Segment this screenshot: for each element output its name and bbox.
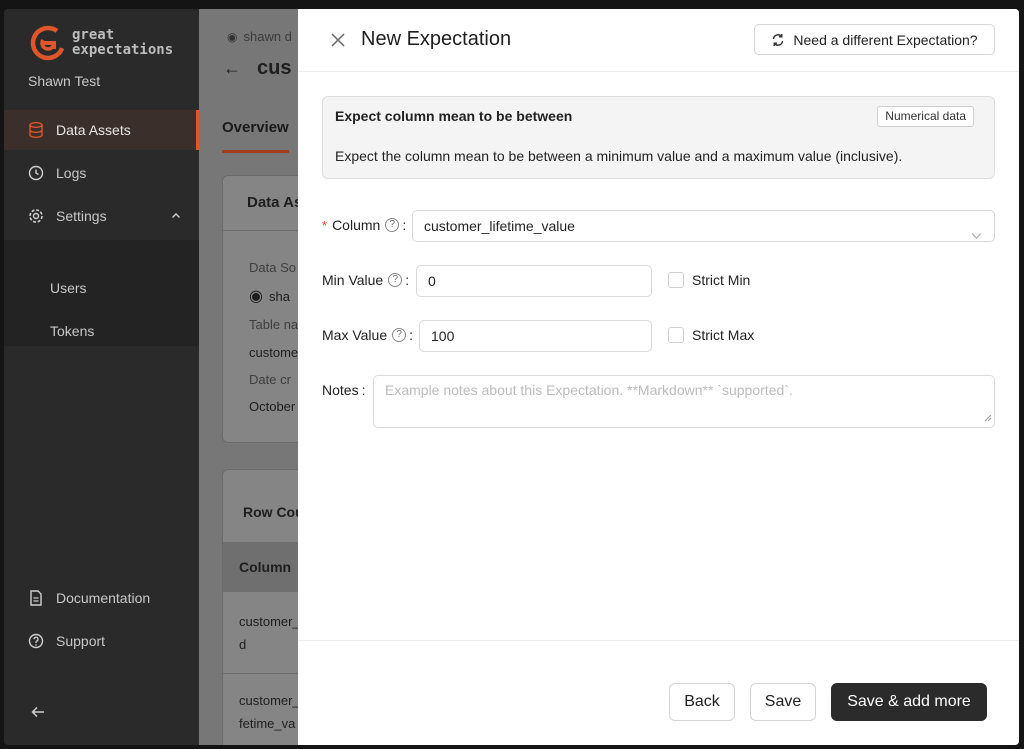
database-icon bbox=[28, 122, 44, 138]
card-title: Row Cou bbox=[243, 504, 304, 520]
max-value-label-text: Max Value bbox=[322, 327, 388, 343]
sidebar-item-label: Data Assets bbox=[56, 122, 131, 138]
document-icon bbox=[28, 590, 44, 606]
checkbox-box bbox=[668, 327, 684, 343]
tab-overview[interactable]: Overview bbox=[222, 119, 289, 153]
table-header-cell: Column bbox=[239, 559, 292, 575]
required-marker: * bbox=[322, 217, 328, 233]
history-icon bbox=[28, 165, 44, 181]
min-value-label: Min Value ? : bbox=[322, 272, 409, 288]
sidebar-item-data-assets[interactable]: Data Assets bbox=[4, 110, 199, 150]
resize-handle-icon[interactable] bbox=[984, 409, 992, 425]
breadcrumb[interactable]: ◉ shawn d bbox=[227, 29, 292, 44]
settings-subnav: Users Tokens bbox=[4, 240, 199, 346]
strict-max-checkbox[interactable]: Strict Max bbox=[668, 327, 754, 343]
sidebar-item-label: Logs bbox=[56, 165, 87, 181]
save-button[interactable]: Save bbox=[750, 683, 816, 721]
gear-icon bbox=[28, 208, 44, 224]
collapse-sidebar-icon[interactable] bbox=[31, 705, 45, 724]
logo-text: great expectations bbox=[72, 28, 173, 58]
postgres-icon: ◉ bbox=[227, 29, 238, 44]
colon: : bbox=[405, 272, 410, 288]
card-value: October bbox=[249, 399, 296, 414]
page-title-text: cus bbox=[257, 57, 292, 79]
colon: : bbox=[402, 217, 407, 233]
chevron-down-icon bbox=[971, 221, 982, 251]
back-button[interactable]: Back bbox=[669, 683, 735, 721]
postgres-icon: ◉ bbox=[249, 288, 263, 305]
strict-min-label: Strict Min bbox=[692, 272, 751, 288]
breadcrumb-text: shawn d bbox=[243, 29, 292, 44]
page-title: ← cus bbox=[223, 57, 291, 80]
notes-label-text: Notes bbox=[322, 382, 359, 398]
save-and-add-more-button[interactable]: Save & add more bbox=[831, 683, 987, 721]
sidebar-item-logs[interactable]: Logs bbox=[4, 153, 199, 193]
category-tag: Numerical data bbox=[877, 106, 974, 127]
card-value: ◉ sha bbox=[249, 286, 290, 306]
sidebar-item-documentation[interactable]: Documentation bbox=[4, 578, 199, 618]
back-arrow-icon[interactable]: ← bbox=[223, 58, 241, 79]
sidebar-item-support[interactable]: Support bbox=[4, 621, 199, 661]
checkbox-box bbox=[668, 272, 684, 288]
card-value-text: sha bbox=[268, 288, 290, 304]
notes-label: Notes : bbox=[322, 382, 365, 398]
expectation-info-card: Expect column mean to be between Numeric… bbox=[322, 96, 995, 179]
sidebar-item-users[interactable]: Users bbox=[50, 280, 87, 296]
strict-max-label: Strict Max bbox=[692, 327, 755, 343]
drawer-header: New Expectation Need a different Expecta… bbox=[298, 9, 1019, 72]
help-icon[interactable]: ? bbox=[392, 328, 407, 342]
min-value-input[interactable]: 0 bbox=[416, 265, 652, 297]
new-expectation-drawer: New Expectation Need a different Expecta… bbox=[298, 9, 1019, 745]
org-name: Shawn Test bbox=[28, 73, 101, 89]
app-window: great expectations Shawn Test Data Asset… bbox=[4, 9, 1019, 745]
sidebar-item-tokens[interactable]: Tokens bbox=[50, 323, 94, 339]
strict-min-checkbox[interactable]: Strict Min bbox=[668, 272, 750, 288]
column-select-value: customer_lifetime_value bbox=[424, 218, 575, 234]
logo[interactable]: great expectations bbox=[28, 23, 173, 63]
card-label: Date cr bbox=[249, 372, 291, 387]
sidebar: great expectations Shawn Test Data Asset… bbox=[4, 9, 199, 745]
sidebar-item-label: Support bbox=[56, 633, 106, 649]
expectation-description: Expect the column mean to be between a m… bbox=[335, 148, 903, 164]
max-value-label: Max Value ? : bbox=[322, 327, 413, 343]
close-icon[interactable] bbox=[328, 30, 348, 50]
column-select[interactable]: customer_lifetime_value bbox=[412, 210, 995, 242]
notes-textarea[interactable]: Example notes about this Expectation. **… bbox=[373, 375, 995, 428]
expectation-title: Expect column mean to be between bbox=[335, 108, 573, 124]
sidebar-item-label: Settings bbox=[56, 208, 107, 224]
swap-icon bbox=[773, 33, 784, 46]
help-icon[interactable]: ? bbox=[388, 273, 403, 287]
colon: : bbox=[409, 327, 413, 343]
help-icon[interactable]: ? bbox=[385, 218, 400, 232]
chevron-up-icon bbox=[171, 208, 181, 224]
different-expectation-label: Need a different Expectation? bbox=[793, 31, 978, 48]
notes-placeholder: Example notes about this Expectation. **… bbox=[385, 382, 793, 398]
column-label: * Column ? : bbox=[322, 217, 406, 233]
max-value-input[interactable]: 100 bbox=[419, 320, 652, 352]
drawer-title: New Expectation bbox=[361, 28, 512, 50]
colon: : bbox=[361, 382, 366, 398]
great-expectations-logo-icon bbox=[30, 25, 66, 61]
card-value: custome bbox=[249, 345, 299, 360]
card-label: Data So bbox=[249, 260, 296, 275]
card-title: Data As bbox=[247, 194, 303, 211]
different-expectation-button[interactable]: Need a different Expectation? bbox=[754, 24, 995, 55]
logo-line1: great bbox=[72, 27, 115, 43]
sidebar-item-settings[interactable]: Settings bbox=[4, 196, 199, 236]
help-circle-icon bbox=[28, 633, 44, 649]
sidebar-item-label: Documentation bbox=[56, 590, 151, 606]
drawer-footer: Back Save Save & add more bbox=[298, 640, 1019, 745]
logo-line2: expectations bbox=[72, 42, 174, 58]
card-label: Table na bbox=[249, 317, 299, 332]
min-value-label-text: Min Value bbox=[322, 272, 384, 288]
column-label-text: Column bbox=[332, 217, 381, 233]
